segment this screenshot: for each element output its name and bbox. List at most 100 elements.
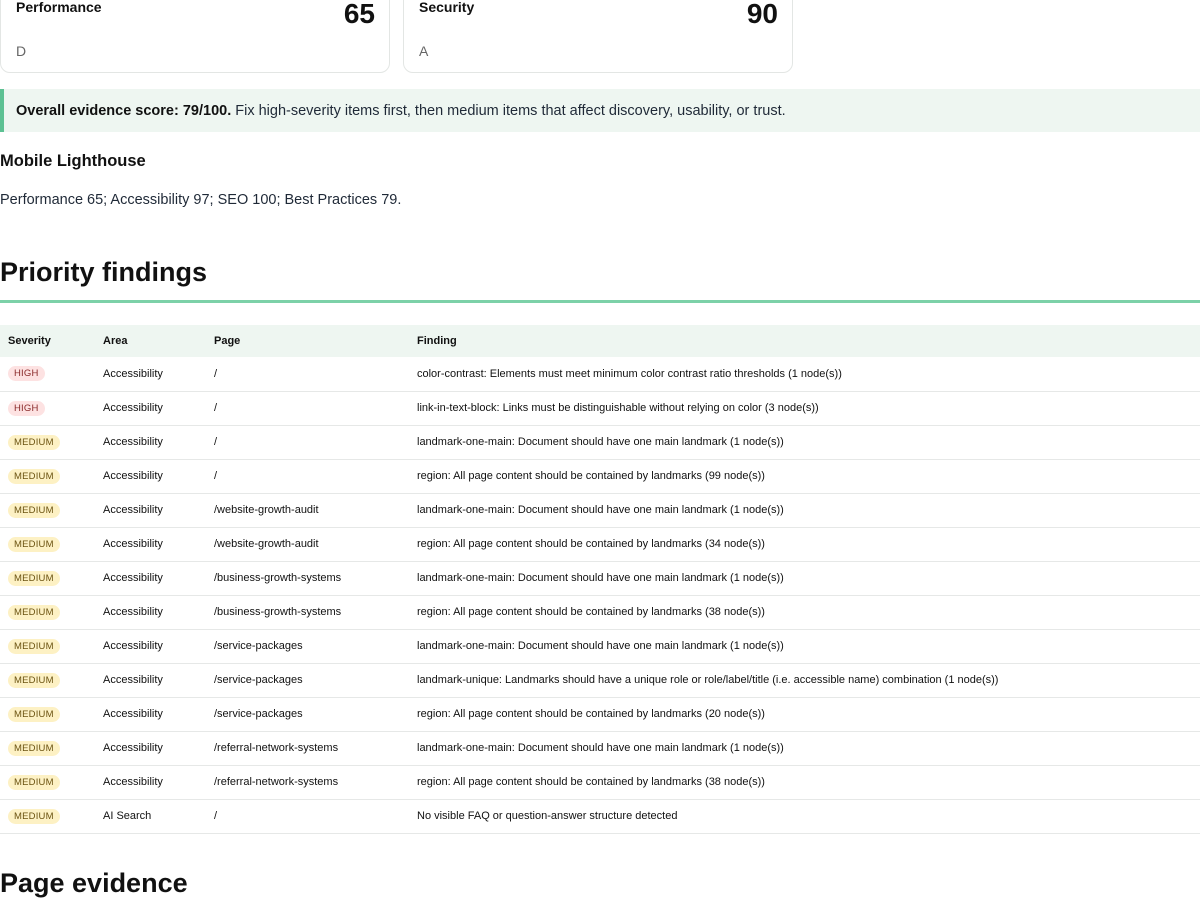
mobile-lighthouse-heading: Mobile Lighthouse xyxy=(0,152,146,170)
severity-badge: MEDIUM xyxy=(8,502,60,518)
score-card-value: 65 xyxy=(343,0,375,29)
severity-cell: MEDIUM xyxy=(0,425,95,459)
finding-cell: link-in-text-block: Links must be distin… xyxy=(417,402,819,414)
area-cell: Accessibility xyxy=(103,470,163,482)
area-cell: Accessibility xyxy=(103,538,163,550)
area-cell: AI Search xyxy=(103,810,152,822)
severity-cell: MEDIUM xyxy=(0,765,95,799)
page-cell: / xyxy=(214,402,218,414)
severity-cell: HIGH xyxy=(0,357,95,391)
score-cards: Performance 65 D Security 90 A xyxy=(0,0,793,73)
mobile-lighthouse-summary: Performance 65; Accessibility 97; SEO 10… xyxy=(0,192,402,208)
severity-badge: MEDIUM xyxy=(8,740,60,756)
severity-badge: MEDIUM xyxy=(8,536,60,552)
score-card-grade: D xyxy=(16,43,27,59)
table-row: HIGH Accessibility / color-contrast: Elemen… xyxy=(0,357,1200,391)
finding-cell: region: All page content should be conta… xyxy=(417,776,765,788)
page-cell: /website-growth-audit xyxy=(214,538,319,550)
severity-badge: MEDIUM xyxy=(8,672,60,688)
finding-cell: region: All page content should be conta… xyxy=(417,470,765,482)
finding-cell: landmark-one-main: Document should have … xyxy=(417,742,784,754)
table-row: MEDIUM Accessibility/referral-network-sys… xyxy=(0,731,1200,765)
severity-badge: HIGH xyxy=(8,366,45,382)
finding-cell: region: All page content should be conta… xyxy=(417,606,765,618)
header-row: Severity Area Page Finding xyxy=(0,325,1200,357)
score-card-security: Security 90 A xyxy=(403,0,793,73)
page-cell: /business-growth-systems xyxy=(214,572,342,584)
severity-badge: MEDIUM xyxy=(8,638,60,654)
area-cell: Accessibility xyxy=(103,640,163,652)
table-row: MEDIUM Accessibility/website-growth-audit… xyxy=(0,527,1200,561)
finding-cell: region: All page content should be conta… xyxy=(417,708,765,720)
table-row: MEDIUM Accessibility / landmark-one-main: D… xyxy=(0,425,1200,459)
finding-cell: landmark-one-main: Document should have … xyxy=(417,504,784,516)
page-cell: /referral-network-systems xyxy=(214,742,339,754)
page-cell: / xyxy=(214,810,218,822)
severity-cell: MEDIUM xyxy=(0,595,95,629)
severity-badge: HIGH xyxy=(8,400,45,416)
table-row: MEDIUM Accessibility/website-growth-audit… xyxy=(0,493,1200,527)
area-cell: Accessibility xyxy=(103,606,163,618)
severity-badge: MEDIUM xyxy=(8,434,60,450)
page-cell: /service-packages xyxy=(214,640,303,652)
severity-badge: MEDIUM xyxy=(8,808,60,824)
severity-badge: MEDIUM xyxy=(8,604,60,620)
priority-findings-heading: Priority findings xyxy=(0,257,208,287)
finding-cell: region: All page content should be conta… xyxy=(417,538,765,550)
finding-cell: No visible FAQ or question-answer struct… xyxy=(417,810,678,822)
overall-score-text: Fix high-severity items first, then medi… xyxy=(231,103,786,119)
score-card-value: 90 xyxy=(746,0,778,29)
finding-cell: landmark-unique: Landmarks should have a… xyxy=(417,674,999,686)
table-row: MEDIUM Accessibility/business-growth-syst… xyxy=(0,561,1200,595)
finding-cell: color-contrast: Elements must meet minim… xyxy=(417,367,842,380)
table-row: MEDIUM Accessibility/service-packages regi… xyxy=(0,697,1200,731)
page-cell: / xyxy=(214,436,218,448)
page-evidence-heading: Page evidence xyxy=(0,868,188,898)
finding-cell: landmark-one-main: Document should have … xyxy=(417,572,784,584)
overall-score-lead: Overall evidence score: 79/100. xyxy=(16,103,232,119)
findings-table: Severity Area Page Finding HIGH Accessibi… xyxy=(0,325,1200,834)
area-cell: Accessibility xyxy=(103,402,163,414)
table-row: MEDIUM Accessibility/service-packages land… xyxy=(0,663,1200,697)
severity-cell: MEDIUM xyxy=(0,799,95,833)
area-cell: Accessibility xyxy=(103,674,163,686)
severity-cell: MEDIUM xyxy=(0,663,95,697)
score-card-label: Performance xyxy=(16,0,102,15)
area-cell: Accessibility xyxy=(103,742,163,754)
score-card-label: Security xyxy=(419,0,475,15)
area-cell: Accessibility xyxy=(103,572,163,584)
column-header-page: Page xyxy=(214,335,241,347)
severity-cell: MEDIUM xyxy=(0,527,95,561)
score-card-performance: Performance 65 D xyxy=(0,0,390,73)
severity-badge: MEDIUM xyxy=(8,468,60,484)
area-cell: Accessibility xyxy=(103,776,163,788)
area-cell: Accessibility xyxy=(103,708,163,720)
severity-badge: MEDIUM xyxy=(8,706,60,722)
table-row: MEDIUM Accessibility/business-growth-syst… xyxy=(0,595,1200,629)
finding-cell: landmark-one-main: Document should have … xyxy=(417,640,784,652)
overall-score-callout: Overall evidence score: 79/100. Fix high… xyxy=(0,89,1200,132)
findings-table-body: HIGH Accessibility / color-contrast: Elemen… xyxy=(0,357,1200,833)
area-cell: Accessibility xyxy=(103,504,163,516)
page-cell: /business-growth-systems xyxy=(214,606,342,618)
findings-table-header: Severity Area Page Finding xyxy=(0,325,1200,357)
severity-cell: MEDIUM xyxy=(0,731,95,765)
table-row: MEDIUM Accessibility / region: All page con… xyxy=(0,459,1200,493)
score-card-grade: A xyxy=(419,43,429,59)
table-row: MEDIUM Accessibility/service-packages land… xyxy=(0,629,1200,663)
page-cell: /website-growth-audit xyxy=(214,504,319,516)
column-header-severity: Severity xyxy=(8,335,51,347)
severity-badge: MEDIUM xyxy=(8,570,60,586)
severity-badge: MEDIUM xyxy=(8,774,60,790)
finding-cell: landmark-one-main: Document should have … xyxy=(417,436,784,448)
table-row: MEDIUM Accessibility/referral-network-sys… xyxy=(0,765,1200,799)
page-cell: /service-packages xyxy=(214,708,303,720)
page-cell: / xyxy=(214,470,218,482)
severity-cell: MEDIUM xyxy=(0,629,95,663)
area-cell: Accessibility xyxy=(103,436,163,448)
severity-cell: HIGH xyxy=(0,391,95,425)
column-header-area: Area xyxy=(103,335,128,347)
table-row: MEDIUM AI Search / No visible FAQ or questi… xyxy=(0,799,1200,833)
page-cell: /referral-network-systems xyxy=(214,776,339,788)
table-row: HIGH Accessibility / link-in-text-block: Li… xyxy=(0,391,1200,425)
